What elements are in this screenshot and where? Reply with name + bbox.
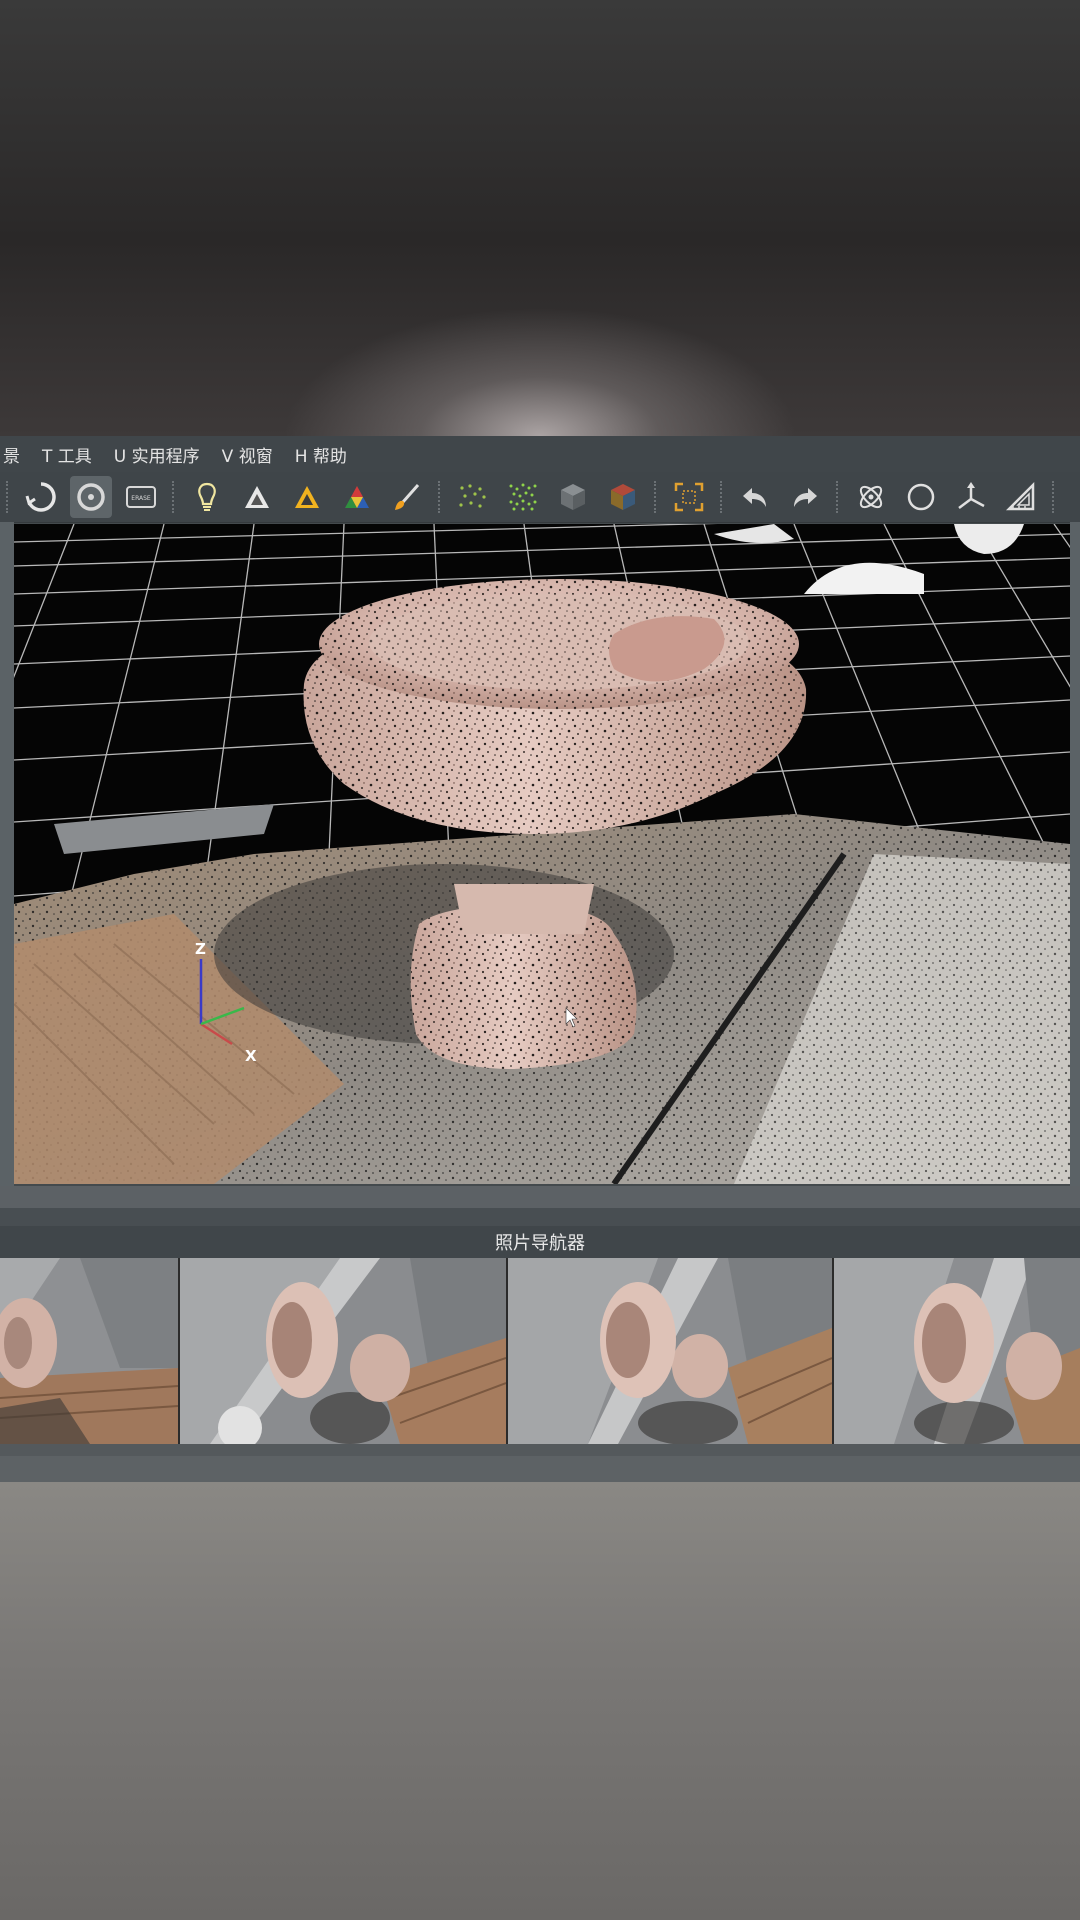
redo-button[interactable] bbox=[784, 476, 826, 518]
undo-icon bbox=[743, 488, 766, 507]
toolbar-separator bbox=[654, 481, 658, 513]
cube-icon bbox=[561, 484, 585, 510]
erase-icon: ERASE bbox=[126, 486, 156, 508]
textured-cube-button[interactable] bbox=[602, 476, 644, 518]
orbit-atom-icon bbox=[859, 485, 883, 509]
panel-divider-dark bbox=[0, 1208, 1080, 1226]
selection-frame-button[interactable] bbox=[668, 476, 710, 518]
paint-brush-button[interactable] bbox=[386, 476, 428, 518]
menu-view[interactable]: V 视窗 bbox=[211, 442, 284, 467]
app-window: 景 T 工具 U 实用程序 V 视窗 H 帮助 ERASE Z X 照片导航器 bbox=[0, 436, 1080, 1482]
photo-thumbnail[interactable] bbox=[508, 1258, 832, 1444]
rotate-orbit-button[interactable] bbox=[20, 476, 62, 518]
light-bulb-icon bbox=[198, 482, 216, 511]
rotate-orbit-icon bbox=[25, 482, 56, 512]
axis-transform-icon bbox=[958, 482, 985, 509]
mesh-color-icon bbox=[345, 486, 369, 508]
redo-icon bbox=[794, 488, 817, 507]
light-button[interactable] bbox=[186, 476, 228, 518]
paint-brush-icon bbox=[395, 484, 420, 510]
menu-utilities[interactable]: U 实用程序 bbox=[103, 442, 211, 467]
mesh-white-button[interactable] bbox=[236, 476, 278, 518]
textured-cube-icon bbox=[611, 484, 635, 510]
toolbar-separator bbox=[6, 481, 10, 513]
axis-z-label: Z bbox=[195, 940, 206, 958]
orbit-atom-button[interactable] bbox=[850, 476, 892, 518]
photo-thumbnail[interactable] bbox=[0, 1258, 178, 1444]
circle-icon bbox=[907, 483, 935, 511]
ruler-triangle-button[interactable] bbox=[1000, 476, 1042, 518]
photo-navigator-header: 照片导航器 bbox=[0, 1226, 1080, 1258]
photo-navigator-strip[interactable] bbox=[0, 1258, 1080, 1444]
sparse-points-icon bbox=[459, 484, 486, 508]
video-backdrop-top bbox=[0, 0, 1080, 436]
axis-transform-button[interactable] bbox=[950, 476, 992, 518]
video-backdrop-bottom bbox=[0, 1482, 1080, 1920]
rotate-target-button[interactable] bbox=[70, 476, 112, 518]
toolbar-separator bbox=[836, 481, 840, 513]
toolbar-separator bbox=[720, 481, 724, 513]
photo-thumbnail[interactable] bbox=[180, 1258, 506, 1444]
mesh-color-button[interactable] bbox=[336, 476, 378, 518]
photo-navigator-title: 照片导航器 bbox=[495, 1233, 585, 1254]
panel-bottom-border bbox=[0, 1444, 1080, 1456]
erase-button[interactable]: ERASE bbox=[120, 476, 162, 518]
axis-x-label: X bbox=[245, 1047, 257, 1065]
ruler-triangle-icon bbox=[1005, 481, 1035, 511]
menubar: 景 T 工具 U 实用程序 V 视窗 H 帮助 bbox=[0, 436, 1080, 472]
dense-points-button[interactable] bbox=[502, 476, 544, 518]
toolbar: ERASE bbox=[0, 472, 1080, 523]
toolbar-separator bbox=[438, 481, 442, 513]
mesh-yellow-icon bbox=[295, 486, 319, 508]
undo-button[interactable] bbox=[734, 476, 776, 518]
menu-help[interactable]: H 帮助 bbox=[284, 442, 358, 467]
menu-scene[interactable]: 景 bbox=[0, 442, 31, 467]
selection-frame-icon bbox=[674, 482, 704, 512]
status-area bbox=[0, 1456, 1080, 1482]
panel-divider bbox=[0, 1186, 1080, 1208]
viewport-right-border bbox=[1070, 522, 1080, 1186]
circle-button[interactable] bbox=[900, 476, 942, 518]
viewport-scene: Z X bbox=[14, 524, 1070, 1184]
cube-button[interactable] bbox=[552, 476, 594, 518]
3d-viewport[interactable]: Z X bbox=[14, 524, 1070, 1184]
viewport-left-border bbox=[0, 522, 14, 1186]
rotate-target-icon bbox=[77, 483, 105, 511]
toolbar-separator bbox=[172, 481, 176, 513]
photo-thumbnail[interactable] bbox=[834, 1258, 1080, 1444]
sparse-points-button[interactable] bbox=[452, 476, 494, 518]
dense-points-icon bbox=[509, 483, 537, 511]
menu-tools[interactable]: T 工具 bbox=[31, 442, 103, 467]
toolbar-separator bbox=[1052, 481, 1056, 513]
erase-label: ERASE bbox=[131, 495, 151, 502]
mesh-yellow-button[interactable] bbox=[286, 476, 328, 518]
mesh-white-icon bbox=[245, 486, 269, 508]
